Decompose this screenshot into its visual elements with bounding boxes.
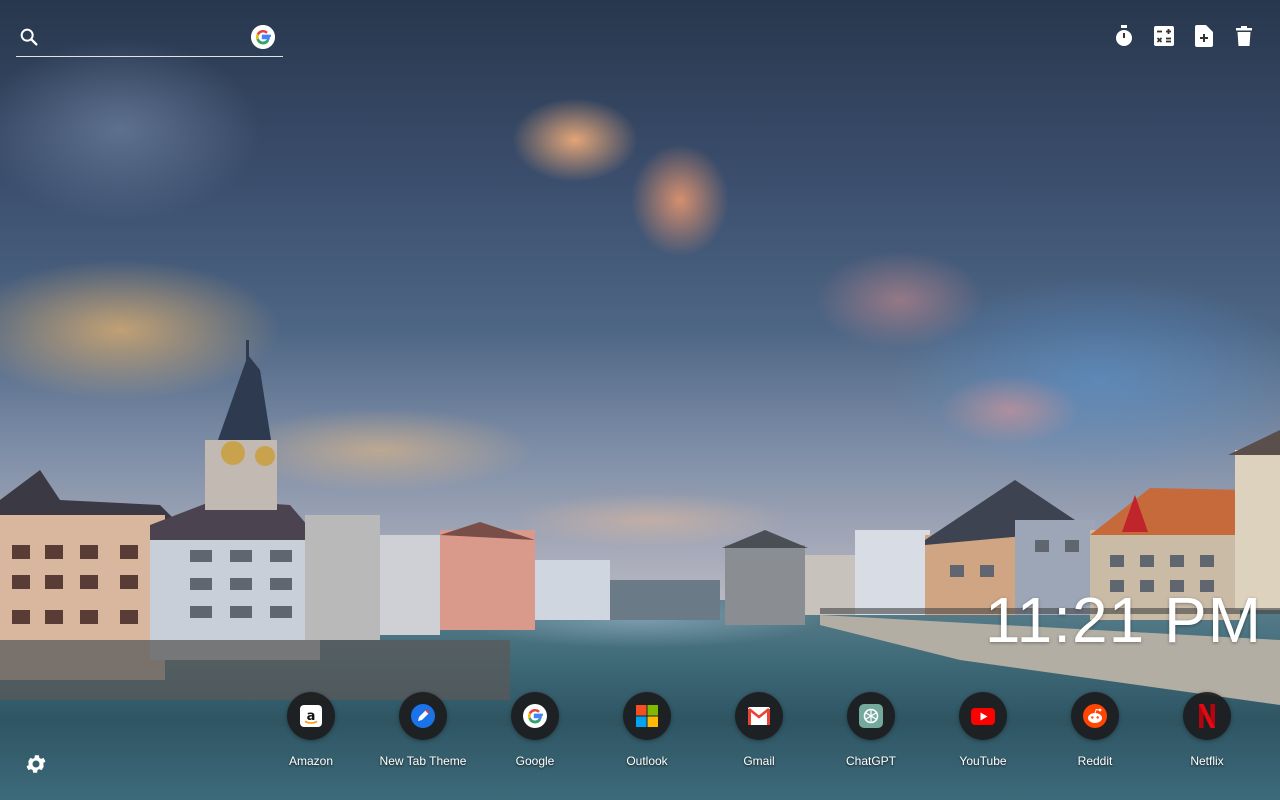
netflix-icon [1199, 704, 1215, 728]
shortcut-bar: a Amazon New Tab Theme Google Outlook Gm… [255, 692, 1263, 768]
search-icon[interactable] [18, 26, 40, 48]
google-g-icon[interactable] [251, 25, 275, 49]
gear-icon[interactable] [24, 752, 48, 776]
shortcut-icon-container [1071, 692, 1119, 740]
shortcut-label: Google [515, 754, 555, 768]
shortcut-label: ChatGPT [845, 754, 896, 768]
shortcut-new-tab-theme[interactable]: New Tab Theme [367, 692, 479, 768]
amazon-icon: a [300, 705, 322, 727]
shortcut-label: Reddit [1077, 754, 1113, 768]
shortcut-icon-container [1183, 692, 1231, 740]
city-skyline [0, 340, 1280, 705]
shortcut-icon-container [847, 692, 895, 740]
chatgpt-icon [859, 704, 883, 728]
youtube-icon [971, 707, 995, 725]
trash-icon[interactable] [1232, 24, 1256, 48]
toolbar [1112, 24, 1256, 48]
stopwatch-icon[interactable] [1112, 24, 1136, 48]
gmail-icon [748, 707, 770, 725]
shortcut-label: New Tab Theme [379, 754, 467, 768]
shortcut-chatgpt[interactable]: ChatGPT [815, 692, 927, 768]
shortcut-label: YouTube [959, 754, 1007, 768]
microsoft-icon [636, 705, 658, 727]
add-note-icon[interactable] [1192, 24, 1216, 48]
background-wallpaper [0, 0, 1280, 800]
shortcut-reddit[interactable]: Reddit [1039, 692, 1151, 768]
new-tab-theme-icon [411, 704, 435, 728]
search-input[interactable] [50, 26, 250, 52]
shortcut-gmail[interactable]: Gmail [703, 692, 815, 768]
shortcut-amazon[interactable]: a Amazon [255, 692, 367, 768]
clock-time: 11:21 PM [984, 584, 1262, 656]
shortcut-label: Amazon [288, 754, 334, 768]
search-bar [16, 22, 283, 57]
google-icon [523, 704, 547, 728]
svg-text:a: a [307, 709, 316, 724]
shortcut-icon-container [399, 692, 447, 740]
shortcut-youtube[interactable]: YouTube [927, 692, 1039, 768]
shortcut-icon-container: a [287, 692, 335, 740]
shortcut-icon-container [623, 692, 671, 740]
shortcut-google[interactable]: Google [479, 692, 591, 768]
calculator-icon[interactable] [1152, 24, 1176, 48]
reddit-icon [1083, 704, 1107, 728]
shortcut-icon-container [735, 692, 783, 740]
shortcut-label: Outlook [626, 754, 668, 768]
shortcut-label: Netflix [1190, 754, 1224, 768]
shortcut-label: Gmail [743, 754, 775, 768]
shortcut-netflix[interactable]: Netflix [1151, 692, 1263, 768]
shortcut-outlook[interactable]: Outlook [591, 692, 703, 768]
shortcut-icon-container [959, 692, 1007, 740]
shortcut-icon-container [511, 692, 559, 740]
